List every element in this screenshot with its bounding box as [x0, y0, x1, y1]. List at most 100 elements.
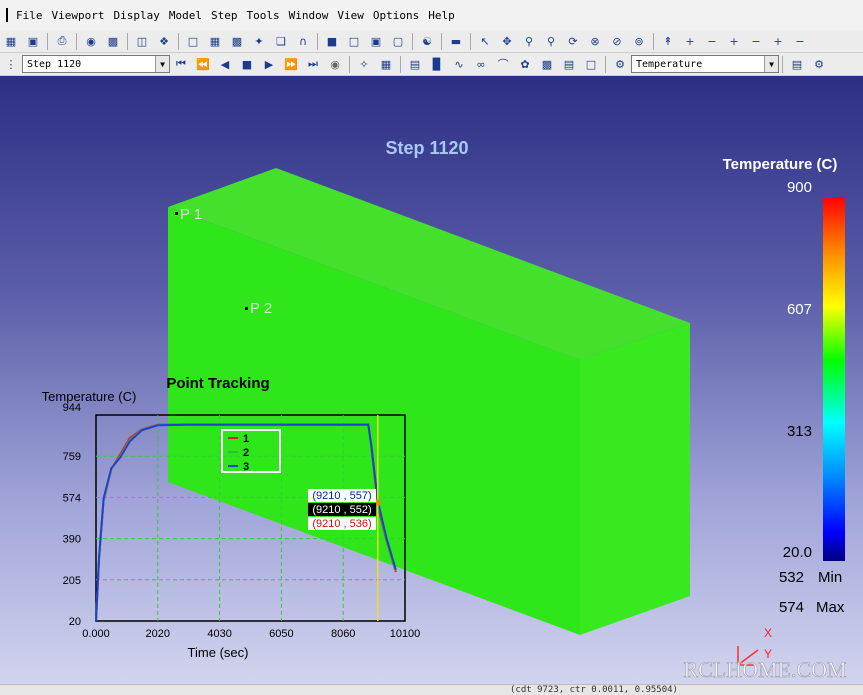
line-chart-icon[interactable]: ∿ — [450, 55, 468, 73]
menu-step[interactable]: Step — [211, 9, 238, 22]
view-minus-x-icon[interactable]: − — [703, 32, 721, 50]
menu-display[interactable]: Display — [113, 9, 159, 22]
toolbar-separator — [470, 32, 471, 50]
toolbar-separator — [400, 55, 401, 73]
legend-min-value: 532 — [779, 569, 804, 586]
rotate-z-icon[interactable]: ⊚ — [630, 32, 648, 50]
curve-icon[interactable]: ⌒ — [494, 55, 512, 73]
viewport-canvas[interactable]: Step 1120 P 1 P 2 Temperature (C) 900 60… — [0, 76, 863, 684]
point-tracking-icon[interactable]: ✧ — [355, 55, 373, 73]
menu-options[interactable]: Options — [373, 9, 419, 22]
stop-icon[interactable]: ■ — [238, 55, 256, 73]
export-icon[interactable]: ▤ — [788, 55, 806, 73]
grip-icon: ⋮ — [5, 57, 17, 71]
view-plus-x-icon[interactable]: + — [681, 32, 699, 50]
view-minus-y-icon[interactable]: − — [747, 32, 765, 50]
pan-icon[interactable]: ✥ — [498, 32, 516, 50]
color-legend: Temperature (C) 900 607 313 20.0 532 Min… — [723, 156, 845, 616]
fast-forward-icon[interactable]: ⏩ — [282, 55, 300, 73]
pointer-icon[interactable]: ↖ — [476, 32, 494, 50]
magnet-icon[interactable]: ∩ — [294, 32, 312, 50]
block-side-face — [580, 323, 690, 635]
variable-icon[interactable]: ⚙ — [611, 55, 629, 73]
menu-help[interactable]: Help — [428, 9, 455, 22]
time-marker-handle[interactable] — [375, 499, 380, 506]
print-icon[interactable]: ⎙ — [53, 32, 71, 50]
solid-view-icon[interactable]: ■ — [323, 32, 341, 50]
grid-icon[interactable]: ▩ — [228, 32, 246, 50]
legend-tick: 607 — [787, 301, 812, 318]
toolbar-separator — [412, 32, 413, 50]
chevron-down-icon[interactable]: ▼ — [155, 56, 169, 72]
select-box-icon[interactable]: ❑ — [272, 32, 290, 50]
menu-window[interactable]: Window — [289, 9, 329, 22]
first-step-icon[interactable]: ⏮ — [172, 55, 190, 73]
main-toolbar: ▦ ▣ ⎙ ◉ ▩ ◫ ❖ □ ▦ ▩ ✦ ❑ ∩ ■ □ ▣ ▢ ☯ ▬ ↖ … — [0, 30, 863, 53]
fixture-icon[interactable]: ▦ — [377, 55, 395, 73]
ruler-icon[interactable]: ▬ — [447, 32, 465, 50]
tooltip-series-2: (9210 , 552) — [312, 504, 371, 516]
record-icon[interactable]: ◉ — [326, 55, 344, 73]
legend-title: Temperature (C) — [723, 156, 838, 173]
rotate-icon[interactable]: ⟳ — [564, 32, 582, 50]
view-minus-z-icon[interactable]: − — [791, 32, 809, 50]
wire-view-icon[interactable]: □ — [345, 32, 363, 50]
legend-tick: 313 — [787, 423, 812, 440]
chart-title: Point Tracking — [166, 375, 269, 392]
settings-icon[interactable]: ⚙ — [810, 55, 828, 73]
variable-select-value: Temperature — [636, 58, 703, 70]
palette-icon[interactable]: ☯ — [418, 32, 436, 50]
window-icon[interactable]: □ — [184, 32, 202, 50]
layout-icon[interactable]: ◫ — [133, 32, 151, 50]
view-plus-z-icon[interactable]: + — [769, 32, 787, 50]
menu-model[interactable]: Model — [169, 9, 202, 22]
shaded-view-icon[interactable]: ▣ — [367, 32, 385, 50]
model-viewport[interactable]: Step 1120 P 1 P 2 Temperature (C) 900 60… — [0, 76, 863, 684]
step-select[interactable]: Step 1120 ▼ — [22, 55, 170, 73]
tracking-point-marker[interactable] — [175, 212, 178, 215]
tooltip-series-3: (9210 , 557) — [312, 490, 371, 502]
menu-tools[interactable]: Tools — [246, 9, 279, 22]
chart-tooltips: (9210 , 557) (9210 , 552) (9210 , 536) — [308, 489, 376, 530]
menu-viewport[interactable]: Viewport — [52, 9, 105, 22]
tracking-point-marker[interactable] — [245, 307, 248, 310]
save-icon[interactable]: ▣ — [24, 32, 42, 50]
contour-icon[interactable]: ▩ — [538, 55, 556, 73]
flow-icon[interactable]: ∞ — [472, 55, 490, 73]
fit-view-icon[interactable]: ❖ — [155, 32, 173, 50]
legend-max-value: 574 — [779, 599, 804, 616]
step-toolbar: ⋮ Step 1120 ▼ ⏮ ⏪ ◀ ■ ▶ ⏩ ⏭ ◉ ✧ ▦ ▤ ▉ ∿ … — [0, 53, 863, 76]
open-icon[interactable]: ▦ — [2, 32, 20, 50]
toolbar-separator — [349, 55, 350, 73]
outline-view-icon[interactable]: ▢ — [389, 32, 407, 50]
chart-xlabel: Time (sec) — [188, 645, 249, 660]
variable-select[interactable]: Temperature ▼ — [631, 55, 779, 73]
document-icon[interactable]: □ — [582, 55, 600, 73]
rotate-x-icon[interactable]: ⊗ — [586, 32, 604, 50]
x-tick-label: 8060 — [331, 628, 355, 640]
table-icon[interactable]: ▤ — [406, 55, 424, 73]
play-icon[interactable]: ▶ — [260, 55, 278, 73]
report-icon[interactable]: ▤ — [560, 55, 578, 73]
step-back-icon[interactable]: ◀ — [216, 55, 234, 73]
view-plus-y-icon[interactable]: + — [725, 32, 743, 50]
reset-view-icon[interactable]: ↟ — [659, 32, 677, 50]
x-tick-label: 4030 — [207, 628, 231, 640]
zoom-icon[interactable]: ⚲ — [520, 32, 538, 50]
rotate-y-icon[interactable]: ⊘ — [608, 32, 626, 50]
menu-view[interactable]: View — [337, 9, 364, 22]
window-system-icon[interactable] — [6, 8, 10, 22]
snapshot-icon[interactable]: ▩ — [104, 32, 122, 50]
menu-file[interactable]: File — [16, 9, 43, 22]
camera-icon[interactable]: ◉ — [82, 32, 100, 50]
last-step-icon[interactable]: ⏭ — [304, 55, 322, 73]
fast-back-icon[interactable]: ⏪ — [194, 55, 212, 73]
model-block[interactable] — [168, 168, 690, 635]
mesh-icon[interactable]: ▦ — [206, 32, 224, 50]
bar-chart-icon[interactable]: ▉ — [428, 55, 446, 73]
material-icon[interactable]: ✿ — [516, 55, 534, 73]
y-tick-label: 944 — [63, 402, 81, 414]
zoom-box-icon[interactable]: ⚲ — [542, 32, 560, 50]
chevron-down-icon[interactable]: ▼ — [764, 56, 778, 72]
transform-icon[interactable]: ✦ — [250, 32, 268, 50]
